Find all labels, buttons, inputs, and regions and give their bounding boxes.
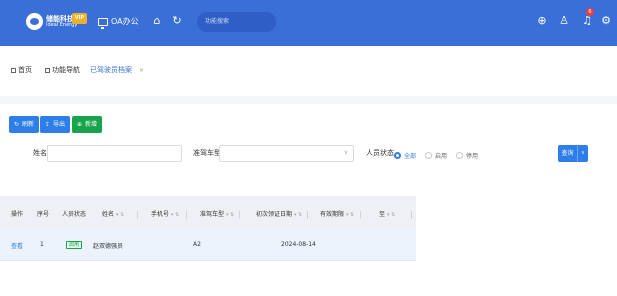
column-divider[interactable]	[411, 211, 412, 219]
col-phone[interactable]: 手机号 ▾ ⇅	[151, 209, 179, 218]
chevron-down-icon[interactable]: ∨	[578, 145, 588, 162]
tab-function-nav[interactable]: 功能导航	[45, 65, 80, 75]
filter-sort-icon[interactable]: ▾ ⇅	[294, 212, 302, 218]
col-valid[interactable]: 有效期限 ▾ ⇅	[320, 209, 354, 218]
logo-icon	[26, 13, 43, 30]
home-icon[interactable]: ⌂	[150, 14, 164, 28]
filter-sort-icon[interactable]: ▾ ⇅	[387, 212, 395, 218]
filter-sort-icon[interactable]: ▾ ⇅	[346, 212, 354, 218]
filter-sort-icon[interactable]: ▾ ⇅	[116, 212, 124, 218]
column-divider[interactable]	[137, 211, 138, 219]
plus-icon: ⊕	[77, 121, 83, 128]
page-tabs: 首页 功能导航 已驾驶员档案 ×	[0, 46, 617, 96]
oa-office-label: OA办公	[111, 17, 139, 26]
column-divider[interactable]	[360, 211, 361, 219]
add-label: 新增	[85, 121, 98, 128]
refresh-icon: ↻	[14, 121, 20, 128]
name-input[interactable]	[47, 145, 182, 162]
settings-icon[interactable]: ⚙	[599, 14, 613, 28]
filter-sort-icon[interactable]: ▾ ⇅	[171, 212, 179, 218]
vehicle-type-select[interactable]: ∨	[219, 145, 354, 162]
col-vehicle-label: 准驾车型	[200, 211, 225, 218]
status-radio-disabled[interactable]: 停用	[456, 151, 478, 160]
radio-label: 启用	[435, 153, 448, 160]
col-to[interactable]: 至 ▾ ⇅	[379, 209, 395, 218]
query-button[interactable]: 查询 ∨	[558, 145, 588, 162]
row-name: 赵双德强员	[93, 243, 124, 250]
radio-label: 全部	[404, 153, 417, 160]
oa-office-link[interactable]: OA办公	[98, 16, 139, 29]
col-vehicle[interactable]: 准驾车型 ▾ ⇅	[200, 209, 234, 218]
main-panel: ↻ 刷新 ⇪ 导出 ⊕ 新增 姓名 准驾车型 ∨ 人员状态 全部 启用 停用 查…	[0, 96, 617, 296]
monitor-icon	[98, 17, 108, 29]
view-link[interactable]: 查看	[11, 241, 23, 250]
tab-label: 首页	[18, 66, 32, 74]
status-radio-enabled[interactable]: 启用	[425, 151, 447, 160]
bell-icon[interactable]: ♫	[580, 14, 594, 28]
col-phone-label: 手机号	[151, 211, 170, 218]
refresh-label: 刷新	[22, 121, 35, 128]
row-first-license: 2024-08-14	[281, 241, 316, 248]
status-label: 人员状态	[366, 149, 394, 157]
tab-home[interactable]: 首页	[11, 65, 32, 75]
row-index: 1	[40, 241, 44, 248]
driver-table: 操作 序号 人员状态 姓名 ▾ ⇅ 手机号 ▾ ⇅ 准驾车型 ▾ ⇅ 初次领证日期 ▾ …	[0, 196, 416, 261]
plus-circle-icon[interactable]: ⊕	[535, 14, 549, 28]
refresh-button[interactable]: ↻ 刷新	[9, 116, 40, 133]
app-logo[interactable]: 储能科技 Ideal Energy	[26, 13, 77, 30]
tab-icon	[11, 67, 16, 73]
tab-driver-archive[interactable]: 已驾驶员档案 ×	[90, 65, 144, 75]
chevron-down-icon: ∨	[343, 149, 348, 156]
export-label: 导出	[53, 121, 66, 128]
shirt-icon[interactable]: ♙	[557, 14, 571, 28]
notification-badge: 6	[586, 8, 594, 16]
col-index: 序号	[37, 211, 50, 218]
add-button[interactable]: ⊕ 新增	[72, 116, 103, 133]
refresh-icon[interactable]: ↻	[170, 14, 184, 28]
table-row[interactable]: 查看 1 启用 赵双德强员 A2 2024-08-14	[0, 228, 416, 261]
top-navigation-bar: 储能科技 Ideal Energy VIP OA办公 ⌂ ↻ 功能搜索 ⊕ ♙ …	[0, 0, 617, 46]
col-first-license[interactable]: 初次领证日期 ▾ ⇅	[256, 209, 302, 218]
function-search-input[interactable]: 功能搜索	[197, 12, 276, 32]
col-name[interactable]: 姓名 ▾ ⇅	[102, 209, 124, 218]
tab-label: 已驾驶员档案	[90, 66, 132, 74]
col-name-label: 姓名	[102, 211, 115, 218]
export-icon: ⇪	[45, 121, 51, 128]
row-vehicle: A2	[193, 241, 201, 248]
col-to-label: 至	[379, 211, 386, 218]
column-divider[interactable]	[186, 211, 187, 219]
col-status: 人员状态	[62, 211, 87, 218]
status-badge: 启用	[66, 241, 83, 249]
vip-badge[interactable]: VIP	[72, 13, 87, 24]
radio-dot	[425, 152, 432, 159]
filter-sort-icon[interactable]: ▾ ⇅	[226, 212, 234, 218]
status-tag: 启用	[66, 241, 83, 249]
radio-dot	[394, 152, 401, 159]
table-header: 操作 序号 人员状态 姓名 ▾ ⇅ 手机号 ▾ ⇅ 准驾车型 ▾ ⇅ 初次领证日期 ▾ …	[0, 196, 416, 228]
vehicle-type-label: 准驾车型	[193, 149, 221, 157]
col-action: 操作	[11, 211, 24, 218]
query-label: 查询	[558, 145, 578, 162]
column-divider[interactable]	[239, 211, 240, 219]
tab-label: 功能导航	[52, 66, 80, 74]
radio-label: 停用	[466, 153, 479, 160]
export-button[interactable]: ⇪ 导出	[40, 116, 71, 133]
col-first-license-label: 初次领证日期	[256, 211, 293, 218]
col-valid-label: 有效期限	[320, 211, 345, 218]
name-label: 姓名	[33, 149, 47, 157]
tab-icon	[45, 67, 50, 73]
column-divider[interactable]	[307, 211, 308, 219]
status-radio-all[interactable]: 全部	[394, 151, 416, 160]
close-icon[interactable]: ×	[139, 67, 144, 74]
radio-dot	[456, 152, 463, 159]
